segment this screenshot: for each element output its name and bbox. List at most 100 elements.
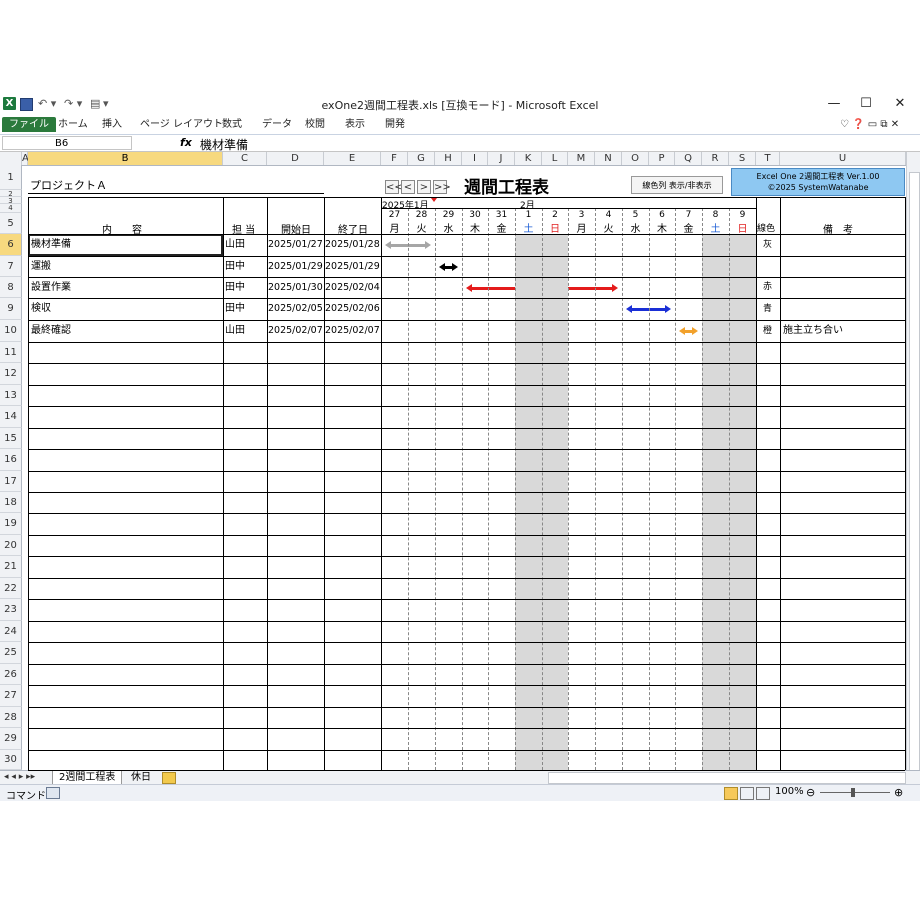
row-header-6[interactable]: 6: [0, 234, 22, 256]
insert-function-icon[interactable]: fx: [180, 136, 192, 149]
column-header-t[interactable]: T: [756, 152, 780, 165]
column-header-j[interactable]: J: [488, 152, 515, 165]
task-start-date[interactable]: 2025/02/07: [268, 320, 323, 342]
vertical-scroll-thumb[interactable]: [909, 172, 920, 774]
name-box[interactable]: B6: [2, 136, 132, 150]
task-person[interactable]: 田中: [225, 277, 245, 298]
row-header-17[interactable]: 17: [0, 471, 22, 492]
task-name[interactable]: 検収: [31, 298, 51, 320]
column-header-h[interactable]: H: [435, 152, 462, 165]
row-header-21[interactable]: 21: [0, 556, 22, 578]
select-all-corner[interactable]: [0, 152, 22, 165]
row-header-19[interactable]: 19: [0, 513, 22, 535]
task-name[interactable]: 設置作業: [31, 277, 71, 298]
row-header-14[interactable]: 14: [0, 406, 22, 428]
row-header-15[interactable]: 15: [0, 428, 22, 449]
row-header-20[interactable]: 20: [0, 535, 22, 556]
tab-developer[interactable]: 開発: [383, 117, 407, 132]
column-header-d[interactable]: D: [267, 152, 324, 165]
task-end-date[interactable]: 2025/02/07: [325, 320, 380, 342]
nav-last-button[interactable]: >>: [433, 180, 451, 194]
tab-file[interactable]: ファイル: [2, 117, 56, 132]
column-header-n[interactable]: N: [595, 152, 622, 165]
task-end-date[interactable]: 2025/01/29: [325, 256, 380, 277]
column-header-k[interactable]: K: [515, 152, 542, 165]
row-header-12[interactable]: 12: [0, 363, 22, 385]
column-header-e[interactable]: E: [324, 152, 381, 165]
row-header-16[interactable]: 16: [0, 449, 22, 471]
row-header-24[interactable]: 24: [0, 621, 22, 642]
close-button[interactable]: ✕: [886, 95, 914, 113]
task-start-date[interactable]: 2025/01/29: [268, 256, 323, 277]
task-start-date[interactable]: 2025/01/30: [268, 277, 323, 298]
row-header-25[interactable]: 25: [0, 642, 22, 664]
macro-record-icon[interactable]: [46, 787, 60, 799]
normal-view-icon[interactable]: [724, 787, 738, 800]
task-person[interactable]: 山田: [225, 234, 245, 256]
column-header-s[interactable]: S: [729, 152, 756, 165]
row-header-5[interactable]: 5: [0, 213, 22, 234]
row-header-30[interactable]: 30: [0, 750, 22, 770]
tab-data[interactable]: データ: [260, 117, 294, 132]
page-break-view-icon[interactable]: [756, 787, 770, 800]
row-header-2[interactable]: 2: [0, 190, 22, 198]
row-header-29[interactable]: 29: [0, 728, 22, 750]
zoom-level[interactable]: 100%: [775, 786, 804, 797]
horizontal-scrollbar[interactable]: [548, 772, 906, 784]
row-header-13[interactable]: 13: [0, 385, 22, 406]
task-color-name[interactable]: 橙: [763, 320, 772, 342]
sheet-nav-arrows[interactable]: ◂ ◂ ▸ ▸▸: [4, 772, 35, 782]
task-person[interactable]: 田中: [225, 298, 245, 320]
zoom-in-icon[interactable]: ⊕: [894, 786, 903, 799]
minimize-button[interactable]: —: [820, 95, 848, 113]
zoom-slider-thumb[interactable]: [851, 788, 855, 797]
task-start-date[interactable]: 2025/02/05: [268, 298, 323, 320]
tab-home[interactable]: ホーム: [56, 117, 90, 132]
row-header-9[interactable]: 9: [0, 298, 22, 320]
row-header-1[interactable]: 1: [0, 165, 22, 190]
page-layout-view-icon[interactable]: [740, 787, 754, 800]
row-header-7[interactable]: 7: [0, 256, 22, 277]
task-color-name[interactable]: 灰: [763, 234, 772, 256]
task-color-name[interactable]: 赤: [763, 277, 772, 298]
column-header-g[interactable]: G: [408, 152, 435, 165]
column-header-f[interactable]: F: [381, 152, 408, 165]
nav-next-button[interactable]: >: [417, 180, 431, 194]
task-color-name[interactable]: 青: [763, 298, 772, 320]
column-header-m[interactable]: M: [568, 152, 595, 165]
tab-view[interactable]: 表示: [343, 117, 367, 132]
zoom-slider[interactable]: [820, 792, 890, 793]
row-header-8[interactable]: 8: [0, 277, 22, 298]
zoom-out-icon[interactable]: ⊖: [806, 786, 815, 799]
insert-sheet-icon[interactable]: [162, 772, 176, 784]
column-header-u[interactable]: U: [780, 152, 906, 165]
sheet-tab-active[interactable]: 2週間工程表: [52, 771, 123, 785]
task-note[interactable]: 施主立ち合い: [783, 320, 843, 342]
row-header-28[interactable]: 28: [0, 707, 22, 728]
row-header-22[interactable]: 22: [0, 578, 22, 599]
column-header-i[interactable]: I: [462, 152, 488, 165]
row-header-26[interactable]: 26: [0, 664, 22, 685]
formula-input[interactable]: 機材準備: [200, 136, 248, 153]
column-header-r[interactable]: R: [702, 152, 729, 165]
column-header-b[interactable]: B: [28, 152, 223, 165]
tab-review[interactable]: 校閲: [303, 117, 327, 132]
task-name[interactable]: 最終確認: [31, 320, 71, 342]
nav-prev-button[interactable]: <: [401, 180, 415, 194]
row-header-10[interactable]: 10: [0, 320, 22, 342]
ribbon-window-icons[interactable]: ♡ ❓ ▭ ⧉ ✕: [838, 117, 901, 132]
nav-first-button[interactable]: <<: [385, 180, 403, 194]
tab-insert[interactable]: 挿入: [100, 117, 124, 132]
row-header-3[interactable]: 3: [0, 197, 22, 205]
task-end-date[interactable]: 2025/02/06: [325, 298, 380, 320]
task-name[interactable]: 運搬: [31, 256, 51, 277]
vertical-scrollbar[interactable]: [906, 152, 920, 774]
task-start-date[interactable]: 2025/01/27: [268, 234, 323, 256]
column-header-c[interactable]: C: [223, 152, 267, 165]
row-header-18[interactable]: 18: [0, 492, 22, 513]
row-header-4[interactable]: 4: [0, 204, 22, 213]
tab-page-layout[interactable]: ページ レイアウト: [138, 117, 225, 132]
sheet-tab-holiday[interactable]: 休日: [125, 771, 157, 784]
task-person[interactable]: 田中: [225, 256, 245, 277]
maximize-button[interactable]: ☐: [852, 95, 880, 113]
